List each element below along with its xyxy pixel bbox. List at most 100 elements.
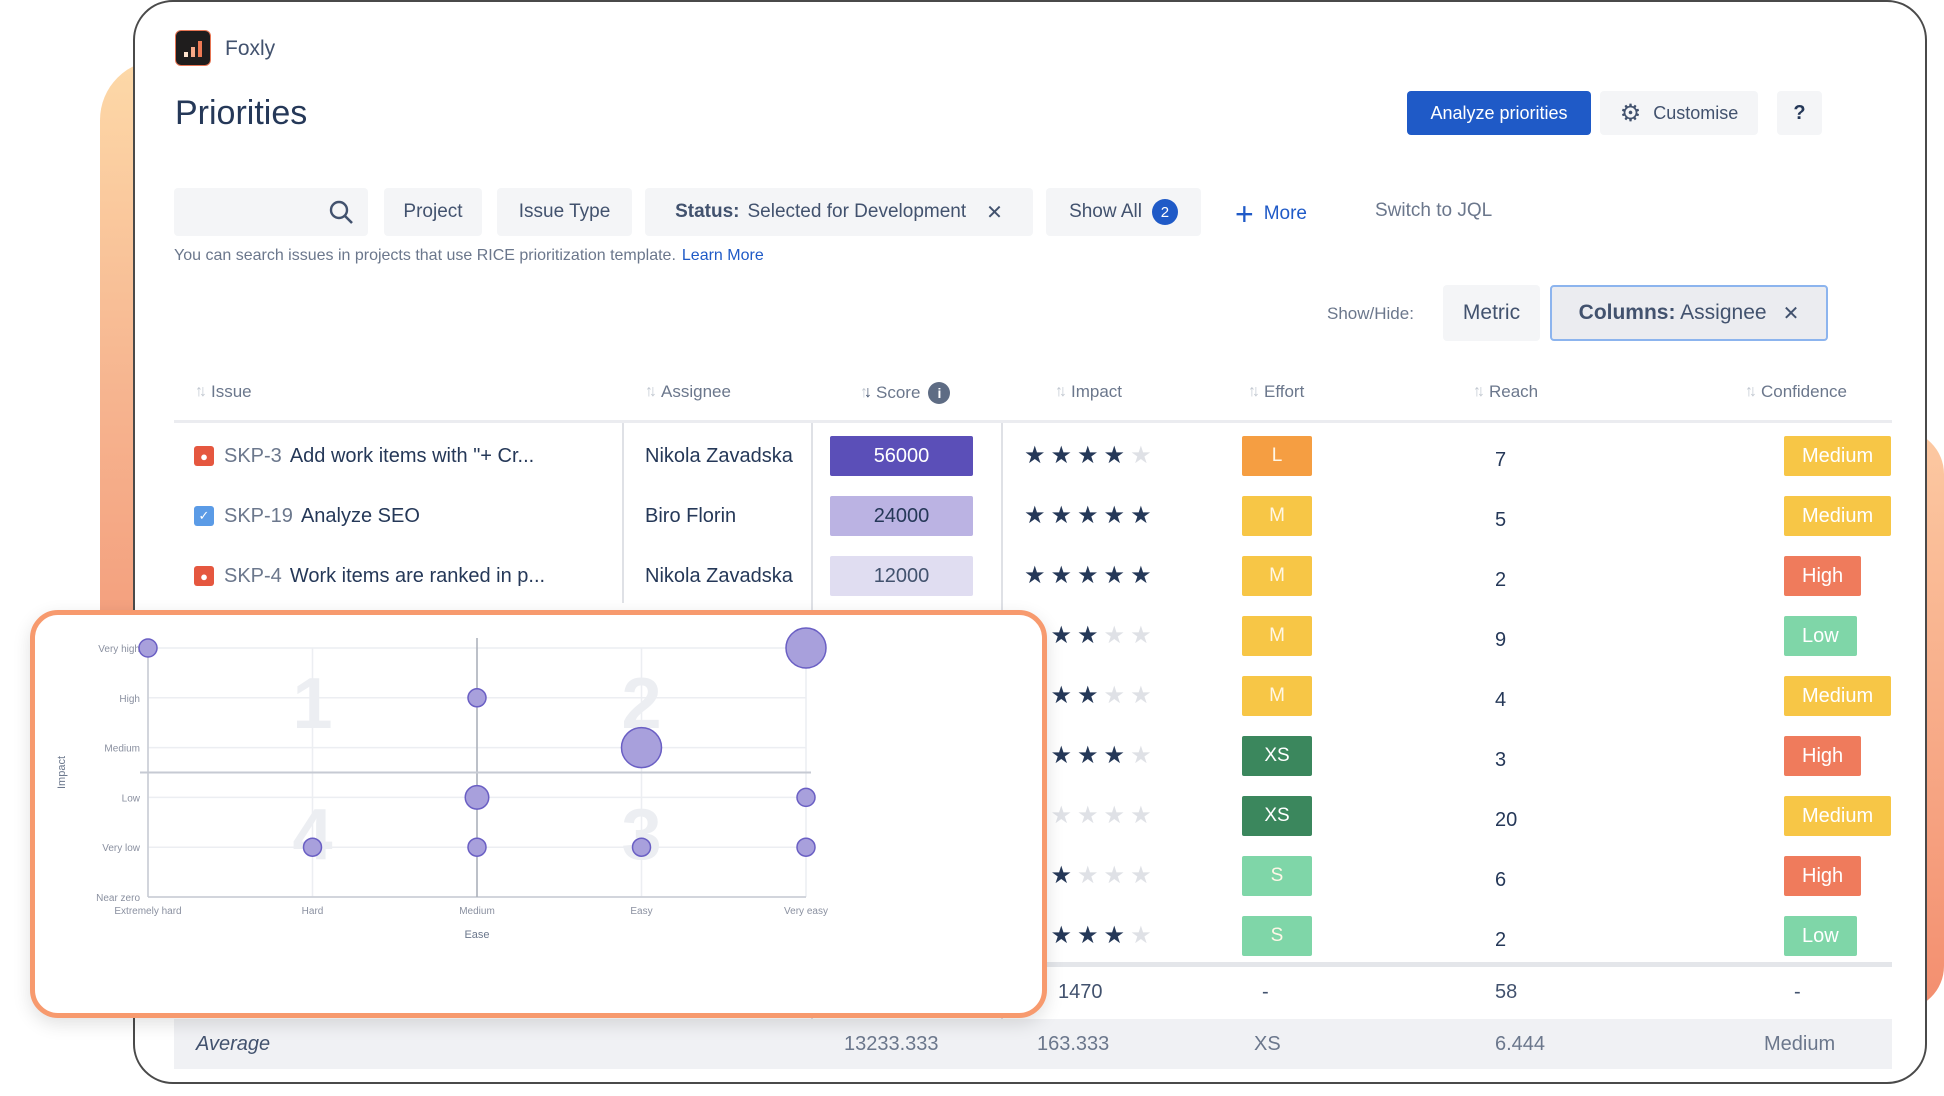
star-empty-icon: ★: [1130, 922, 1152, 949]
learn-more-link[interactable]: Learn More: [682, 247, 764, 264]
header-label: Effort: [1264, 382, 1305, 401]
star-filled-icon: ★: [1050, 502, 1073, 529]
confidence-cell: Medium: [1784, 426, 1892, 486]
header-divider: [174, 420, 1892, 423]
issue-key: SKP-3: [224, 444, 282, 467]
star-empty-icon: ★: [1103, 862, 1126, 889]
confidence-badge: Medium: [1784, 676, 1892, 716]
project-filter[interactable]: Project: [384, 188, 482, 236]
status-filter[interactable]: Status: Selected for Development ✕: [645, 188, 1033, 236]
customise-button[interactable]: ⚙ Customise: [1600, 91, 1758, 135]
column-header-assignee[interactable]: ↑↓ Assignee: [645, 382, 731, 402]
header-label: Score: [876, 383, 921, 402]
effort-badge: L: [1242, 436, 1312, 476]
confidence-badge: High: [1784, 556, 1862, 596]
column-header-reach[interactable]: ↑↓ Reach: [1473, 382, 1538, 402]
table-row[interactable]: ● SKP-3 Add work items with "+ Cr... Niko…: [174, 426, 1892, 486]
columns-value: Assignee: [1680, 301, 1767, 324]
close-icon[interactable]: ✕: [1783, 301, 1800, 326]
data-bubble: [467, 688, 487, 708]
issue-cell[interactable]: ● SKP-4 Work items are ranked in p...: [194, 546, 545, 606]
score-badge: 56000: [830, 436, 973, 476]
assignee-cell: Nikola Zavadska: [645, 444, 793, 467]
page-title: Priorities: [175, 94, 308, 132]
column-header-impact[interactable]: ↑↓ Impact: [1055, 382, 1122, 402]
reach-cell: 7: [1495, 448, 1507, 471]
reach-cell: 2: [1495, 928, 1507, 951]
more-filters-button[interactable]: + More: [1235, 198, 1307, 230]
star-filled-icon: ★: [1024, 502, 1046, 529]
search-input[interactable]: [174, 188, 368, 236]
effort-badge: S: [1242, 916, 1312, 956]
issue-cell[interactable]: ✓ SKP-19 Analyze SEO: [194, 486, 420, 546]
star-filled-icon: ★: [1024, 442, 1046, 469]
star-filled-icon: ★: [1077, 622, 1099, 649]
table-row[interactable]: ● SKP-4 Work items are ranked in p... Nik…: [174, 546, 1892, 606]
close-icon[interactable]: ✕: [986, 200, 1003, 225]
column-header-confidence[interactable]: ↑↓ Confidence: [1745, 382, 1847, 402]
sort-icon: ↑↓: [195, 383, 207, 400]
plus-icon: +: [1235, 196, 1254, 232]
star-filled-icon: ★: [1050, 922, 1073, 949]
confidence-cell: High: [1784, 546, 1862, 606]
effort-badge: M: [1242, 616, 1312, 656]
star-empty-icon: ★: [1077, 802, 1099, 829]
app-name: Foxly: [225, 37, 276, 60]
status-filter-value: Selected for Development: [747, 201, 967, 222]
average-effort: XS: [1254, 1032, 1281, 1055]
star-empty-icon: ★: [1130, 862, 1152, 889]
help-button[interactable]: ?: [1777, 91, 1822, 135]
confidence-badge: High: [1784, 856, 1862, 896]
assignee-cell: Biro Florin: [645, 504, 737, 527]
column-header-score[interactable]: ↑↓ Score i: [860, 382, 951, 404]
columns-label: Columns:: [1578, 301, 1676, 324]
star-empty-icon: ★: [1077, 862, 1099, 889]
analyze-priorities-button[interactable]: Analyze priorities: [1407, 91, 1591, 135]
x-tick-label: Hard: [302, 906, 324, 917]
columns-filter[interactable]: Columns: Assignee ✕: [1550, 285, 1828, 341]
table-row[interactable]: ✓ SKP-19 Analyze SEO Biro Florin 24000 ★ ★ ★ ★…: [174, 486, 1892, 546]
star-filled-icon: ★: [1050, 682, 1073, 709]
total-impact: 1470: [1058, 980, 1103, 1003]
search-help-text: You can search issues in projects that u…: [174, 247, 764, 265]
y-tick-label: High: [119, 694, 140, 705]
star-filled-icon: ★: [1130, 562, 1152, 589]
y-tick-label: Very low: [102, 843, 141, 854]
data-bubble: [796, 787, 816, 808]
effort-cell: M: [1242, 666, 1312, 726]
more-label: More: [1263, 203, 1307, 224]
x-tick-label: Medium: [459, 906, 495, 917]
score-badge: 24000: [830, 496, 973, 536]
task-icon: ✓: [194, 506, 214, 526]
reach-cell: 6: [1495, 868, 1507, 891]
quadrant-label: 3: [621, 795, 661, 875]
confidence-badge: Low: [1784, 916, 1857, 956]
data-bubble: [302, 837, 323, 857]
header-label: Confidence: [1761, 382, 1848, 401]
score-cell: 24000: [830, 486, 973, 546]
star-filled-icon: ★: [1103, 922, 1126, 949]
column-header-effort[interactable]: ↑↓ Effort: [1248, 382, 1304, 402]
star-empty-icon: ★: [1130, 802, 1152, 829]
star-filled-icon: ★: [1024, 562, 1046, 589]
header-label: Issue: [211, 382, 252, 401]
issue-type-filter[interactable]: Issue Type: [497, 188, 632, 236]
star-filled-icon: ★: [1077, 682, 1099, 709]
info-icon[interactable]: i: [928, 382, 951, 404]
star-empty-icon: ★: [1130, 442, 1152, 469]
star-filled-icon: ★: [1103, 562, 1126, 589]
average-label: Average: [196, 1032, 271, 1055]
column-header-issue[interactable]: ↑↓ Issue: [195, 382, 252, 402]
star-empty-icon: ★: [1130, 682, 1152, 709]
show-all-filter[interactable]: Show All 2: [1046, 188, 1201, 236]
star-filled-icon: ★: [1050, 622, 1073, 649]
star-filled-icon: ★: [1077, 562, 1099, 589]
issue-cell[interactable]: ● SKP-3 Add work items with "+ Cr...: [194, 426, 534, 486]
quadrant-label: 4: [292, 795, 332, 875]
metric-toggle[interactable]: Metric: [1443, 285, 1540, 341]
switch-to-jql-link[interactable]: Switch to JQL: [1375, 200, 1492, 222]
impact-ease-chart-card: 1 2 3 4 Near zero Very low Low Medium High Very h…: [30, 610, 1047, 1018]
effort-badge: M: [1242, 556, 1312, 596]
gear-icon: ⚙: [1619, 99, 1642, 127]
x-tick-label: Easy: [630, 906, 652, 917]
